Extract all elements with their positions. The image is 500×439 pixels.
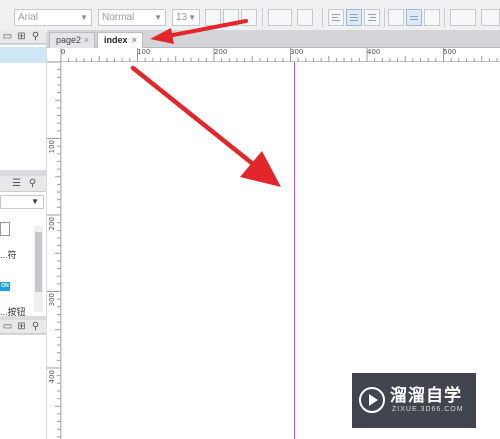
tab-bar: page2 × index × [47,30,500,49]
ruler-label: 100 [137,48,151,56]
add-folder-icon[interactable]: ⊞ [16,321,27,332]
tab-label: index [104,35,128,45]
scrollbar[interactable] [34,226,43,312]
scrollbar-thumb[interactable] [35,232,42,292]
envelope-icon [0,222,10,236]
play-logo-icon [359,387,385,413]
library-select[interactable]: ▼ [0,195,44,209]
library-pane: ▼ ...符 ON ...按钮 [0,192,46,318]
ruler-label: 300 [290,48,304,56]
watermark-title: 溜溜自学 [390,386,462,406]
menu-icon[interactable]: ☰ [11,178,22,189]
pages-pane [0,45,46,170]
valign-top-button[interactable] [388,9,404,26]
formatting-toolbar: Arial ▼ Normal ▼ 13 ▼ [0,0,500,34]
align-right-button[interactable] [364,9,380,26]
toolbar-divider [384,8,385,27]
toolbar-divider [262,8,263,27]
chevron-down-icon: ▼ [31,197,39,206]
fill-color-button[interactable] [450,9,476,26]
add-page-icon[interactable]: ▭ [2,31,13,42]
ruler-label: 100 [48,140,56,154]
ruler-label: 200 [214,48,228,56]
watermark-subtitle: ZIXUE.3D66.COM [392,406,464,413]
ruler-label: 200 [48,217,56,231]
chevron-down-icon: ▼ [188,13,196,22]
align-left-button[interactable] [328,9,344,26]
tab-label: page2 [56,35,82,45]
bold-button[interactable] [205,9,221,26]
font-size-select[interactable]: 13 ▼ [172,9,200,26]
italic-button[interactable] [223,9,239,26]
search-icon[interactable]: ⚲ [30,31,41,42]
border-button[interactable] [481,9,500,26]
horizontal-ruler: 0 100 200 300 400 500 [47,48,500,62]
search-icon[interactable]: ⚲ [27,178,38,189]
close-icon[interactable]: × [132,33,137,48]
outline-pane [0,335,46,439]
chevron-down-icon: ▼ [80,13,88,22]
vertical-ruler: 100 200 300 400 [47,62,61,439]
align-center-button[interactable] [346,9,362,26]
valign-bottom-button[interactable] [424,9,440,26]
button-badge-icon: ON [0,282,10,291]
toolbar-divider [322,8,323,27]
ruler-ticks [60,48,498,62]
ruler-label: 500 [443,48,457,56]
add-page-icon[interactable]: ▭ [2,321,13,332]
tab-index[interactable]: index × [97,32,143,49]
valign-middle-button[interactable] [406,9,422,26]
chevron-down-icon: ▼ [154,13,162,22]
add-folder-icon[interactable]: ⊞ [16,31,27,42]
underline-button[interactable] [241,9,257,26]
guide-line[interactable] [294,62,295,439]
outline-pane-header: ▭ ⊞ ⚲ [0,320,46,334]
ruler-label: 400 [48,370,56,384]
selected-page-row[interactable] [0,47,46,63]
library-item-label[interactable]: ...按钮 [0,305,26,318]
library-pane-header: ☰ ⚲ [0,176,46,192]
ruler-label: 400 [367,48,381,56]
font-family-select[interactable]: Arial ▼ [14,9,92,26]
ruler-label: 0 [61,48,66,56]
watermark: 溜溜自学 ZIXUE.3D66.COM [352,373,476,428]
tab-page2[interactable]: page2 × [49,32,95,48]
font-style-value: Normal [102,12,135,23]
close-icon[interactable]: × [84,33,89,48]
font-color-button[interactable] [268,9,292,26]
library-item-label[interactable]: ...符 [0,248,17,261]
ruler-label: 300 [48,293,56,307]
toolbar-divider [444,8,445,27]
bullet-list-button[interactable] [297,9,313,26]
pages-pane-header: ▭ ⊞ ⚲ [0,30,46,44]
font-family-value: Arial [18,12,39,23]
font-style-select[interactable]: Normal ▼ [98,9,166,26]
search-icon[interactable]: ⚲ [30,321,41,332]
font-size-value: 13 [176,12,188,23]
